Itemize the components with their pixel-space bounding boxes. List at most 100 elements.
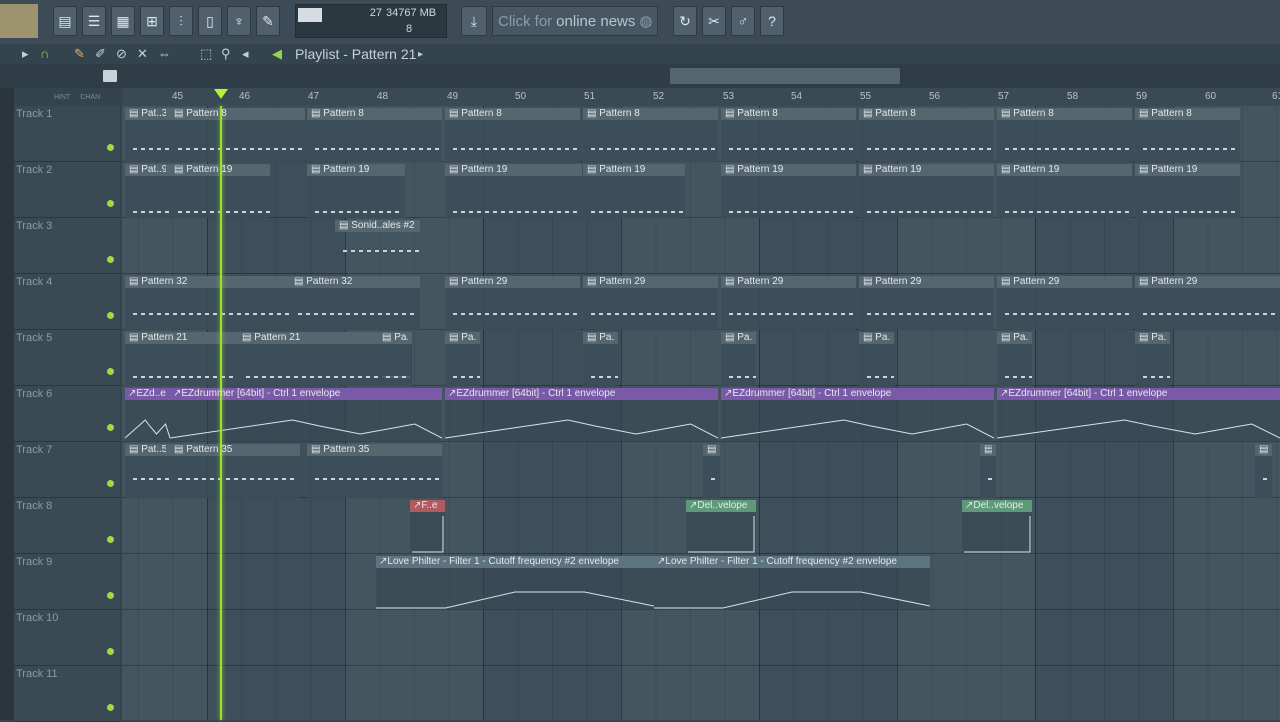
bar-number: 52 — [653, 91, 665, 102]
automation-label: ↗EZdrummer [64bit] - Ctrl 1 envelope — [724, 388, 892, 399]
bar-number: 60 — [1205, 91, 1217, 102]
track-header[interactable]: Track 8 — [14, 498, 120, 554]
file-icon[interactable]: ▯ — [198, 6, 222, 36]
pencil-icon[interactable]: ✎ — [74, 46, 85, 62]
browser-icon[interactable]: ⊞ — [140, 6, 164, 36]
bar-number: 54 — [791, 91, 803, 102]
automation-label: ↗EZdrummer [64bit] - Ctrl 1 envelope — [448, 388, 616, 399]
clip-notes — [311, 136, 439, 162]
track-header[interactable]: Track 2 — [14, 162, 120, 218]
clip-label: ▤ Pattern 8 — [1139, 108, 1192, 119]
automation-path — [997, 419, 1280, 439]
chevron-right-icon[interactable]: ▸ — [418, 49, 423, 60]
clip-notes — [174, 136, 302, 162]
timeline-ruler[interactable]: 45 46 47 48 49 50 51 52 53 54 55 56 57 58 59 60 61 — [122, 88, 1280, 107]
track-header[interactable]: Track 5 — [14, 330, 120, 386]
playhead-marker[interactable] — [214, 89, 228, 99]
bar-number: 55 — [860, 91, 872, 102]
bar-number: 45 — [172, 91, 184, 102]
track-header[interactable]: Track 10 — [14, 610, 120, 666]
automation-path — [654, 591, 930, 609]
help-icon[interactable]: ? — [760, 6, 784, 36]
track-name: Track 11 — [16, 668, 58, 680]
slip-icon[interactable]: ⇔ — [158, 46, 171, 61]
refresh-icon[interactable]: ↻ — [673, 6, 697, 36]
cpu-memory-panel[interactable]: 27 34767 MB 8 — [295, 4, 447, 38]
mute-icon[interactable]: ✕ — [137, 46, 148, 62]
automation-curve — [688, 516, 755, 553]
clip-label: ▤ Pattern 19 — [311, 164, 370, 175]
track-mute-led[interactable] — [107, 312, 114, 319]
microphone-icon[interactable]: ♆ — [227, 6, 251, 36]
track-header[interactable]: Track 4 — [14, 274, 120, 330]
automation-path — [125, 419, 170, 439]
track-mute-led[interactable] — [107, 648, 114, 655]
clip-notes — [129, 472, 169, 498]
download-icon[interactable]: ⤓ — [461, 6, 487, 36]
clip-label: ▤ Pattern 29 — [725, 276, 784, 287]
clip-label: ▤ Pat..5 — [129, 444, 166, 455]
track-mute-led[interactable] — [107, 704, 114, 711]
track-header[interactable]: Track 9 — [14, 554, 120, 610]
playback-icon[interactable]: ◂ — [242, 46, 249, 62]
playhead-line[interactable] — [220, 106, 222, 720]
clip-notes — [311, 192, 401, 218]
cut-icon[interactable]: ✂ — [702, 6, 726, 36]
record-mic-icon[interactable]: ♂ — [731, 6, 755, 36]
clip-label: ▤ Pattern 8 — [311, 108, 364, 119]
channel-rack-icon[interactable]: ☰ — [82, 6, 106, 36]
bar-number: 58 — [1067, 91, 1079, 102]
speaker-icon[interactable]: ◀ — [272, 46, 282, 62]
track-header[interactable]: Track 6 — [14, 386, 120, 442]
zoom-icon[interactable]: ⚲ — [221, 46, 231, 62]
toolbar-logo — [0, 4, 38, 38]
track-mute-led[interactable] — [107, 592, 114, 599]
clip-notes — [587, 304, 715, 330]
play-icon[interactable]: ▸ — [22, 46, 29, 62]
clip-notes — [863, 304, 991, 330]
clip-notes — [449, 360, 480, 386]
clip-label: ▤ Pattern 19 — [174, 164, 233, 175]
track-header[interactable]: Track 7 — [14, 442, 120, 498]
clip-label: ▤ Pattern 8 — [1001, 108, 1054, 119]
track-mute-led[interactable] — [107, 256, 114, 263]
clip-label: ▤ Pattern 8 — [174, 108, 227, 119]
clip-notes — [725, 360, 756, 386]
scrollbar-thumb[interactable] — [670, 68, 900, 84]
track-mute-led[interactable] — [107, 480, 114, 487]
automation-label: ↗Del..velope — [689, 500, 748, 511]
track-mute-led[interactable] — [107, 368, 114, 375]
delete-icon[interactable]: ⊘ — [116, 46, 127, 62]
horizontal-scrollbar[interactable] — [0, 64, 1280, 88]
clip-notes — [294, 304, 416, 330]
piano-toggle-icon[interactable] — [103, 70, 117, 82]
plugin-picker-icon[interactable]: ⫶ — [169, 6, 193, 36]
track-mute-led[interactable] — [107, 144, 114, 151]
track-header[interactable]: Track 3 — [14, 218, 120, 274]
clip-notes — [1001, 304, 1129, 330]
track-mute-led[interactable] — [107, 200, 114, 207]
online-news-button[interactable]: Click for online news ◍ — [492, 6, 658, 36]
clip-notes — [863, 192, 991, 218]
clip-label: ▤ Pa.. — [1001, 332, 1028, 343]
select-icon[interactable]: ⬚ — [200, 46, 212, 62]
cpu-meter — [298, 8, 322, 22]
mixer-icon[interactable]: ▤ — [53, 6, 77, 36]
piano-roll-icon[interactable]: ▦ — [111, 6, 135, 36]
track-header[interactable]: Track 11 — [14, 666, 120, 722]
clip-label: ▤ Pa.. — [382, 332, 408, 343]
clip-notes — [449, 136, 577, 162]
track-mute-led[interactable] — [107, 536, 114, 543]
paint-icon[interactable]: ✐ — [95, 46, 106, 62]
clip-notes — [174, 472, 296, 498]
playlist-title[interactable]: Playlist - Pattern 21 — [295, 46, 416, 62]
automation-curve — [997, 419, 1280, 439]
magnet-icon[interactable]: ∩ — [40, 46, 49, 61]
clip-label: ▤ Pattern 21 — [129, 332, 188, 343]
chan-label: CHAN — [80, 94, 101, 101]
track-name: Track 10 — [16, 612, 59, 624]
clip-notes — [725, 192, 853, 218]
track-header[interactable]: Track 1 — [14, 106, 120, 162]
track-mute-led[interactable] — [107, 424, 114, 431]
brush-icon[interactable]: ✎ — [256, 6, 280, 36]
